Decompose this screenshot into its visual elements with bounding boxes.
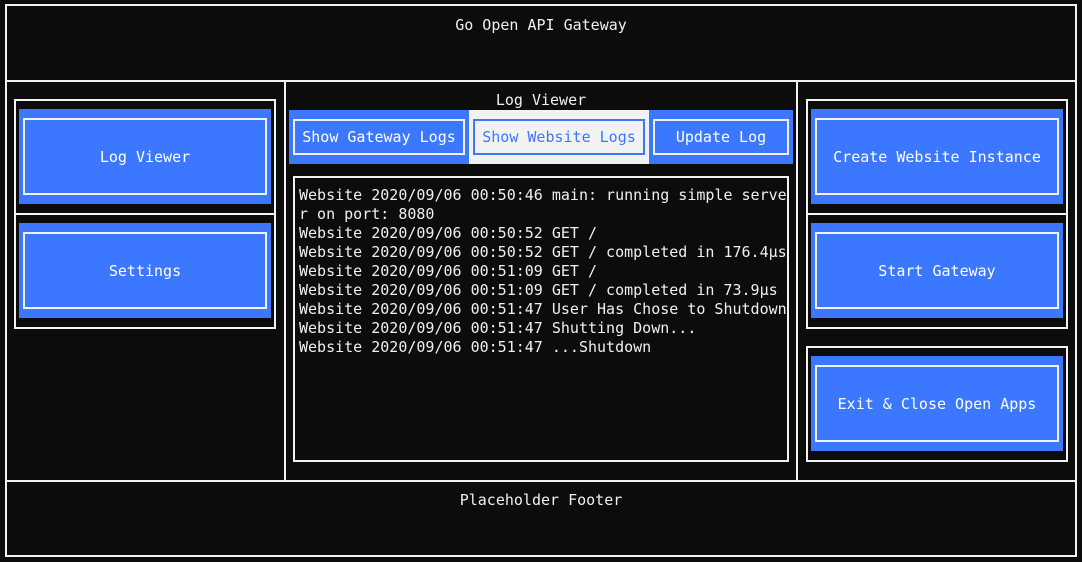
log-line: Website 2020/09/06 00:51:47 Shutting Dow… [299,319,697,337]
log-line: Website 2020/09/06 00:50:52 GET / [299,224,598,242]
exit-close-apps-button[interactable]: Exit & Close Open Apps [811,356,1063,451]
right-actions-separator [806,213,1068,215]
footer-panel: Placeholder Footer [5,480,1077,557]
left-nav-separator [14,213,276,215]
log-line: Website 2020/09/06 00:51:09 GET / comple… [299,281,778,299]
nav-log-viewer-label: Log Viewer [99,147,191,166]
tab-label: Show Website Logs [473,119,645,155]
tab-show-website-logs[interactable]: Show Website Logs [469,110,649,164]
exit-close-apps-label: Exit & Close Open Apps [837,394,1037,413]
create-website-instance-label: Create Website Instance [833,147,1041,166]
create-website-instance-button[interactable]: Create Website Instance [811,109,1063,204]
nav-settings-label: Settings [108,261,182,280]
nav-log-viewer-button[interactable]: Log Viewer [19,109,271,204]
divider-left [284,82,286,480]
header-panel: Go Open API Gateway [5,4,1077,82]
app-title: Go Open API Gateway [455,16,627,34]
footer-text: Placeholder Footer [459,491,623,509]
log-line: Website 2020/09/06 00:50:52 GET / comple… [299,243,787,261]
tab-label: Update Log [653,119,789,155]
tab-label: Show Gateway Logs [293,119,465,155]
tab-update-log[interactable]: Update Log [649,110,793,164]
log-line: Website 2020/09/06 00:51:47 User Has Cho… [299,300,787,318]
nav-settings-button[interactable]: Settings [19,223,271,318]
start-gateway-button[interactable]: Start Gateway [811,223,1063,318]
log-viewer-title: Log Viewer [495,91,587,109]
log-output[interactable]: Website 2020/09/06 00:50:46 main: runnin… [293,176,789,462]
log-line: Website 2020/09/06 00:51:47 ...Shutdown [299,338,652,356]
log-line: Website 2020/09/06 00:51:09 GET / [299,262,598,280]
log-line: Website 2020/09/06 00:50:46 main: runnin… [299,186,787,223]
tab-show-gateway-logs[interactable]: Show Gateway Logs [289,110,469,164]
divider-right [796,82,798,480]
start-gateway-label: Start Gateway [878,261,996,280]
